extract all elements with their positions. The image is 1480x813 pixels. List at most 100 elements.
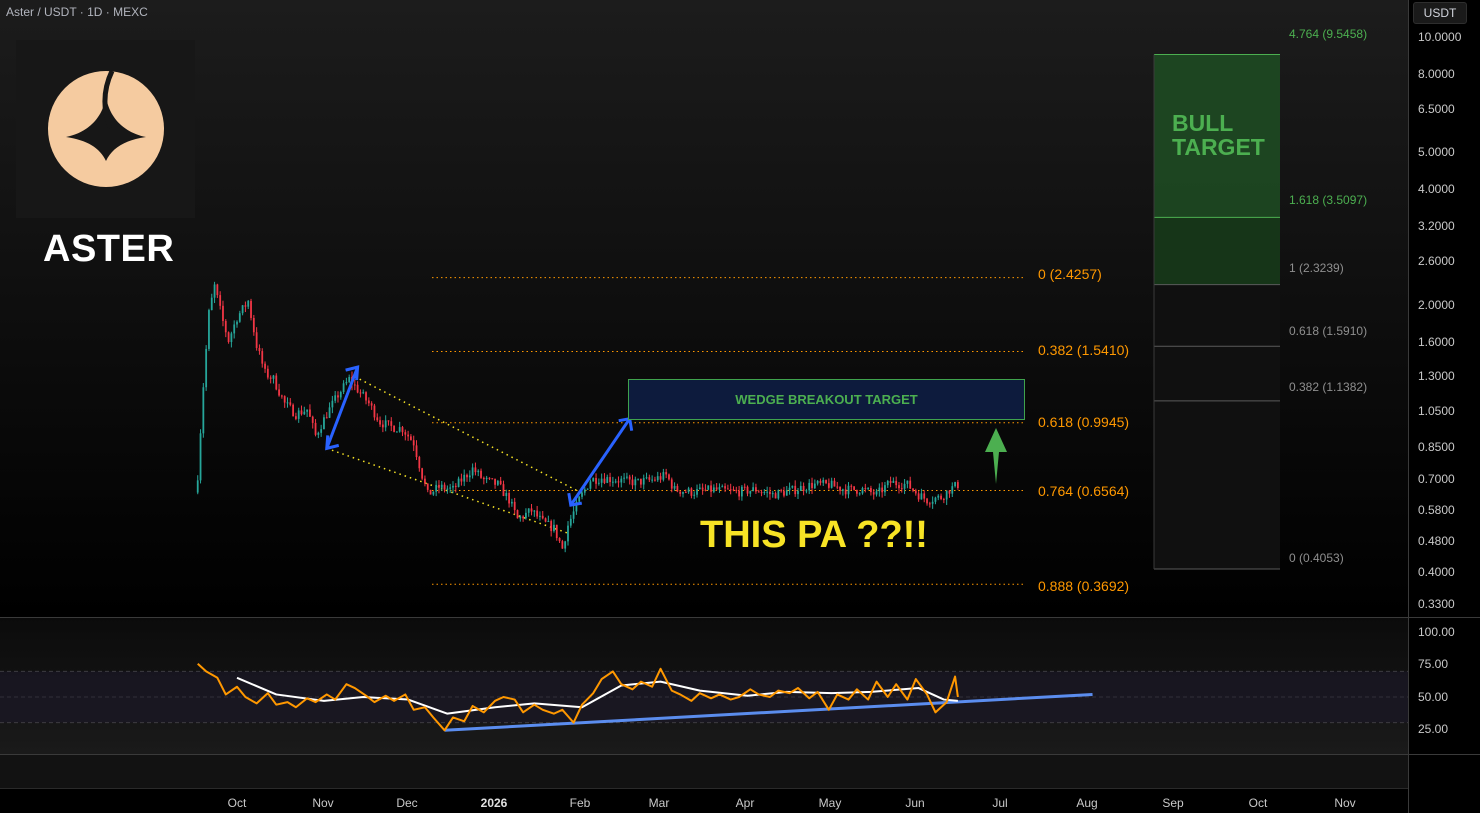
candle-body xyxy=(208,310,210,349)
candle-body xyxy=(651,479,654,481)
candle-body xyxy=(931,501,934,504)
candle-body xyxy=(452,485,454,488)
candle-body xyxy=(508,492,510,504)
candle-body xyxy=(827,483,830,488)
price-tick: 0.7000 xyxy=(1418,472,1455,486)
price-tick: 1.3000 xyxy=(1418,369,1455,383)
candle-body xyxy=(438,484,440,488)
candle-body xyxy=(920,493,923,500)
candle-body xyxy=(539,515,541,517)
candle-body xyxy=(323,417,325,430)
candle-body xyxy=(628,476,631,480)
candle-body xyxy=(255,332,258,348)
candle-body xyxy=(853,486,855,490)
time-tick: Jul xyxy=(992,796,1008,810)
candle-body xyxy=(676,485,679,492)
candle-body xyxy=(269,377,272,379)
candle-body xyxy=(222,305,224,321)
candle-body xyxy=(668,474,670,480)
bull-target-line1: BULL xyxy=(1172,110,1234,136)
candle-body xyxy=(275,375,278,390)
price-tick: 1.0500 xyxy=(1418,404,1455,418)
candle-body xyxy=(317,432,320,435)
candle-body xyxy=(954,482,956,487)
candle-body xyxy=(914,490,917,494)
price-tick: 0.5800 xyxy=(1418,503,1455,517)
candle-body xyxy=(940,495,942,500)
candle-body xyxy=(457,478,460,487)
candle-body xyxy=(872,492,875,495)
candle-body xyxy=(875,491,878,495)
fib-ext-label-1618: 1.618 (3.5097) xyxy=(1289,193,1368,207)
candle-body xyxy=(365,392,367,401)
candle-body xyxy=(216,284,219,296)
candle-body xyxy=(715,487,718,490)
aster-logo xyxy=(16,40,195,218)
candle-body xyxy=(491,478,494,480)
candle-body xyxy=(522,516,525,519)
candle-body xyxy=(673,485,676,489)
candle-body xyxy=(822,480,825,483)
candle-body xyxy=(460,478,463,482)
candle-body xyxy=(847,485,850,495)
candle-body xyxy=(553,524,555,532)
candle-body xyxy=(830,480,833,488)
candle-body xyxy=(224,320,227,333)
candle-body xyxy=(679,491,682,494)
candle-body xyxy=(440,484,443,488)
candle-body xyxy=(892,480,895,483)
candle-body xyxy=(393,425,395,432)
candle-body xyxy=(645,477,648,479)
candle-body xyxy=(292,404,294,417)
symbol-title: Aster / USDT · 1D · MEXC xyxy=(6,5,148,19)
candle-body xyxy=(297,410,300,419)
candle-body xyxy=(777,490,780,499)
wedge-breakout-target: WEDGE BREAKOUT TARGET xyxy=(628,379,1025,420)
candle-body xyxy=(359,392,362,394)
time-tick: Mar xyxy=(648,796,670,810)
candle-body xyxy=(766,491,769,493)
candle-body xyxy=(421,468,424,479)
candle-body xyxy=(454,485,457,487)
candle-body xyxy=(564,541,567,549)
candle-body xyxy=(309,409,311,417)
candle-body xyxy=(252,317,255,333)
candle-body xyxy=(808,482,811,491)
candle-body xyxy=(791,485,794,488)
candle-body xyxy=(836,486,839,488)
candle-body xyxy=(704,489,707,491)
candle-body xyxy=(314,422,317,435)
candle-body xyxy=(353,384,356,386)
candle-body xyxy=(743,486,746,488)
candle-body xyxy=(617,481,620,483)
candle-body xyxy=(811,482,813,489)
candle-body xyxy=(903,483,906,489)
candle-body xyxy=(272,375,275,379)
candle-body xyxy=(530,508,533,512)
candle-body xyxy=(306,409,309,412)
candle-body xyxy=(387,420,390,422)
candle-body xyxy=(951,486,954,494)
candle-body xyxy=(376,417,379,421)
candle-body xyxy=(729,489,732,491)
candle-body xyxy=(850,485,853,487)
candle-body xyxy=(741,486,743,497)
candle-body xyxy=(348,376,351,382)
candle-body xyxy=(625,476,628,478)
candle-body xyxy=(238,313,241,322)
price-tick: 2.6000 xyxy=(1418,254,1455,268)
candle-body xyxy=(603,478,606,483)
currency-badge[interactable]: USDT xyxy=(1413,2,1467,24)
candle-body xyxy=(395,431,398,433)
candle-body xyxy=(701,487,704,490)
candle-body xyxy=(682,492,684,494)
candle-body xyxy=(926,498,928,504)
candle-body xyxy=(370,403,373,406)
candle-body xyxy=(752,487,755,491)
fib-ext-label-0: 0 (0.4053) xyxy=(1289,551,1344,565)
fib-label-0888: 0.888 (0.3692) xyxy=(1038,578,1130,594)
candle-body xyxy=(230,333,233,343)
candle-body xyxy=(881,487,884,493)
candle-body xyxy=(325,417,328,419)
candle-body xyxy=(749,490,752,494)
